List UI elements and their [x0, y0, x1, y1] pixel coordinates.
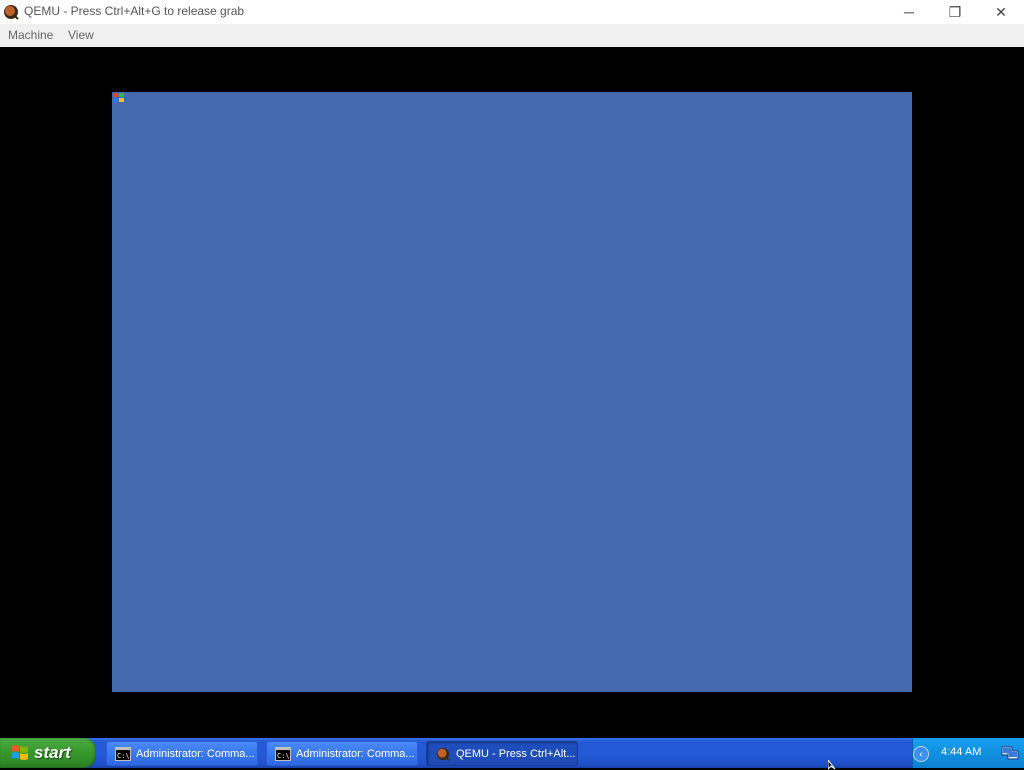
- window-title-bar[interactable]: QEMU - Press Ctrl+Alt+G to release grab …: [0, 0, 1024, 24]
- network-icon[interactable]: [1001, 744, 1019, 762]
- start-label: start: [34, 743, 71, 762]
- cmd-icon: C:\: [115, 746, 131, 761]
- close-button[interactable]: ✕: [978, 0, 1024, 24]
- guest-display[interactable]: [112, 92, 912, 692]
- xp-logo-icon: [113, 93, 124, 102]
- taskbar-item-cmd-1[interactable]: C:\ Administrator: Comma...: [106, 741, 258, 766]
- menu-machine[interactable]: Machine: [8, 28, 53, 42]
- menu-view[interactable]: View: [68, 28, 94, 42]
- system-tray: ‹ 4:44 AM: [912, 738, 1024, 768]
- qemu-icon: [436, 747, 450, 761]
- svg-text:C:\: C:\: [277, 752, 290, 760]
- minimize-button[interactable]: ─: [886, 0, 932, 24]
- minimize-icon: ─: [904, 4, 914, 20]
- qemu-icon: [4, 5, 19, 20]
- cmd-icon: C:\: [275, 746, 291, 761]
- taskbar-item-label: Administrator: Comma...: [136, 747, 255, 760]
- maximize-button[interactable]: ❐: [932, 0, 978, 24]
- clock[interactable]: 4:44 AM: [941, 746, 981, 758]
- taskbar-item-qemu[interactable]: QEMU - Press Ctrl+Alt...: [426, 741, 578, 766]
- svg-text:C:\: C:\: [117, 752, 130, 760]
- taskbar-item-cmd-2[interactable]: C:\ Administrator: Comma...: [266, 741, 418, 766]
- mouse-cursor-icon: [828, 760, 836, 770]
- restore-icon: ❐: [948, 3, 962, 20]
- taskbar-item-label: Administrator: Comma...: [296, 747, 415, 760]
- menu-bar: Machine View: [0, 24, 1024, 47]
- chevron-left-icon: ‹: [919, 748, 923, 760]
- taskbar-item-label: QEMU - Press Ctrl+Alt...: [456, 747, 576, 760]
- taskbar: start C:\ Administrator: Comma... C:\ Ad…: [0, 738, 1024, 768]
- window-title: QEMU - Press Ctrl+Alt+G to release grab: [24, 4, 245, 18]
- windows-flag-icon: [12, 745, 28, 760]
- start-button[interactable]: start: [0, 738, 96, 768]
- show-hidden-icons-button[interactable]: ‹: [913, 746, 929, 762]
- close-icon: ✕: [995, 3, 1007, 20]
